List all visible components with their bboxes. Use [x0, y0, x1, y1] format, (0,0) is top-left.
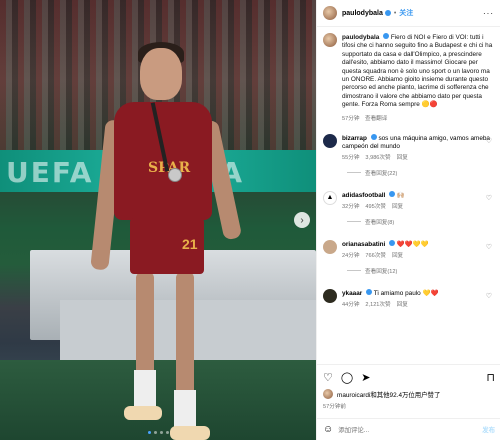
see-translation-button[interactable]: 查看翻译 [365, 116, 387, 122]
comment-item: ykaaar Ti amiamo paulo 💛❤️ 44分钟 2,121次赞 … [323, 288, 494, 310]
commenter-avatar[interactable] [323, 133, 337, 148]
verified-badge-icon [389, 239, 396, 246]
caption: paulodybala Fiero di NOI e Fiero di VOI:… [323, 33, 494, 122]
comment-likes[interactable]: 766次赞 [365, 252, 386, 260]
commenter-avatar[interactable] [323, 239, 337, 254]
medal [168, 168, 182, 182]
caption-author-avatar[interactable] [323, 33, 337, 47]
comment-item: orianasabatini ❤️❤️💛💛 24分钟 766次赞 回复 ♡ [323, 239, 494, 261]
commenter-username[interactable]: ykaaar [342, 290, 362, 297]
reply-button[interactable]: 回复 [392, 252, 403, 260]
comment-meta: 32分钟 495次赞 回复 [342, 203, 494, 211]
liker-avatar[interactable] [323, 389, 333, 399]
player-left-leg [136, 272, 154, 382]
emoji-smile-icon[interactable]: ☺ [323, 424, 333, 435]
share-send-icon[interactable]: ➤ [361, 371, 370, 384]
caption-username[interactable]: paulodybala [342, 34, 379, 41]
player-left-boot [124, 406, 162, 420]
comments-area: paulodybala Fiero di NOI e Fiero di VOI:… [317, 27, 500, 309]
post-comment-button[interactable]: 发布 [482, 425, 495, 434]
add-comment-bar: ☺ 添加评论... 发布 [317, 418, 500, 440]
add-comment-input[interactable]: 添加评论... [338, 425, 369, 434]
view-replies-button[interactable]: 查看回复(8) [347, 218, 494, 226]
more-options-icon[interactable]: ··· [483, 9, 494, 18]
next-image-button[interactable]: › [294, 212, 310, 228]
like-comment-heart-icon[interactable]: ♡ [486, 137, 492, 145]
follow-button[interactable]: 关注 [399, 8, 413, 18]
player-right-leg [176, 272, 194, 397]
post-photo[interactable]: UEFA EUROPA SPAR 21 › [0, 0, 316, 440]
player-left-sock [134, 370, 156, 410]
comment-text: ❤️❤️💛💛 [396, 240, 429, 248]
comment-meta: 55分钟 3,986次赞 回复 [342, 154, 494, 162]
verified-badge-icon [370, 133, 377, 140]
verified-badge-icon [366, 288, 373, 295]
comment-text: Ti amiamo paulo 💛❤️ [373, 289, 439, 297]
commenter-username[interactable]: adidasfootball [342, 192, 385, 199]
player-figure: SPAR 21 [90, 40, 243, 440]
carousel-dot [160, 431, 163, 434]
comment-time: 32分钟 [342, 204, 360, 211]
verified-badge-icon [389, 190, 396, 197]
carousel-dot-active [148, 431, 151, 434]
action-icons-row: ♡ ◯ ➤ ⊓ [323, 371, 495, 384]
post-date: 57分钟前 [323, 404, 347, 410]
view-replies-button[interactable]: 查看回复(12) [347, 267, 494, 275]
comment-time: 44分钟 [342, 301, 360, 308]
player-shorts: 21 [130, 218, 204, 274]
comment-meta: 44分钟 2,121次赞 回复 [342, 301, 494, 309]
caption-time: 57分钟 [342, 115, 360, 122]
comment-likes[interactable]: 2,121次赞 [365, 301, 390, 309]
caption-emojis: 🟡🔴 [421, 101, 438, 109]
commenter-username[interactable]: bizarrap [342, 135, 367, 142]
comment-likes[interactable]: 3,986次赞 [365, 154, 390, 162]
author-avatar[interactable] [323, 6, 337, 20]
liked-by-text[interactable]: mauroicardi和其他92.4万位用户赞了 [337, 390, 440, 399]
reply-button[interactable]: 回复 [397, 301, 408, 309]
caption-text: Fiero di NOI e Fiero di VOI: tutti i tif… [342, 34, 493, 109]
comment-text: 🙌🏼 [396, 191, 405, 199]
like-heart-icon[interactable]: ♡ [323, 371, 333, 384]
comment-meta: 24分钟 766次赞 回复 [342, 252, 494, 260]
verified-badge-icon [384, 10, 391, 16]
player-right-boot [170, 426, 210, 440]
chevron-right-icon: › [300, 214, 304, 226]
reply-button[interactable]: 回复 [392, 203, 403, 211]
commenter-username[interactable]: orianasabatini [342, 241, 385, 248]
verified-badge-icon [383, 33, 390, 39]
player-head [140, 48, 182, 100]
commenter-avatar[interactable] [323, 288, 337, 303]
carousel-indicator [148, 431, 169, 434]
post-header: paulodybala • 关注 ··· [317, 0, 500, 27]
carousel-dot [166, 431, 169, 434]
post-side-panel: paulodybala • 关注 ··· paulodybala Fiero d… [316, 0, 500, 440]
player-right-sock [174, 390, 196, 430]
post-actions: ♡ ◯ ➤ ⊓ mauroicardi和其他92.4万位用户赞了 57分钟前 [317, 364, 500, 410]
author-username[interactable]: paulodybala [342, 10, 383, 17]
comment-item: ▲ adidasfootball 🙌🏼 32分钟 495次赞 回复 ♡ [323, 190, 494, 212]
commenter-avatar[interactable]: ▲ [323, 190, 337, 205]
like-comment-heart-icon[interactable]: ♡ [486, 292, 492, 300]
caption-text-block: paulodybala Fiero di NOI e Fiero di VOI:… [342, 33, 494, 110]
comment-time: 24分钟 [342, 253, 360, 260]
view-replies-button[interactable]: 查看回复(22) [347, 169, 494, 177]
caption-meta: 57分钟 查看翻译 [342, 114, 494, 122]
like-comment-heart-icon[interactable]: ♡ [486, 194, 492, 202]
shorts-number: 21 [182, 236, 198, 252]
comment-bubble-icon[interactable]: ◯ [341, 371, 353, 384]
comment-time: 55分钟 [342, 155, 360, 162]
carousel-dot [154, 431, 157, 434]
reply-button[interactable]: 回复 [397, 154, 408, 162]
bookmark-icon[interactable]: ⊓ [486, 371, 495, 384]
comment-likes[interactable]: 495次赞 [365, 203, 386, 211]
like-comment-heart-icon[interactable]: ♡ [486, 243, 492, 251]
comment-item: bizarrap sos una máquina amigo, vamos am… [323, 133, 494, 163]
liked-by-row: mauroicardi和其他92.4万位用户赞了 [323, 389, 495, 399]
